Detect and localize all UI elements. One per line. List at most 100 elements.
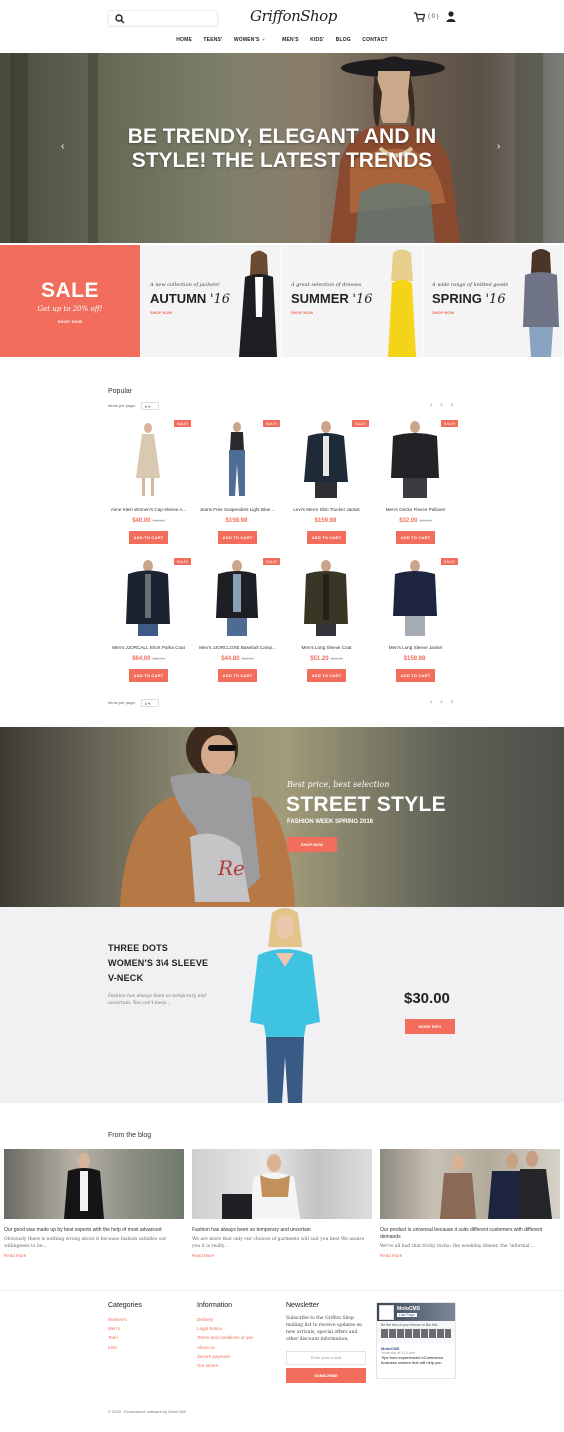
add-to-cart-button[interactable]: ADD TO CART	[218, 531, 257, 544]
chevron-left-icon[interactable]: ‹	[61, 141, 64, 152]
site-logo[interactable]: GriffonShop	[250, 7, 337, 25]
product-name[interactable]: Men's JJORCLOSE Baseball Camp...	[193, 645, 282, 650]
add-to-cart-button[interactable]: ADD TO CART	[307, 669, 346, 682]
page-link[interactable]: 1	[430, 699, 432, 704]
items-per-page-select[interactable]: 8 ▾	[140, 402, 159, 410]
product-image[interactable]: SALE!	[371, 558, 460, 638]
nav-contact[interactable]: CONTACT	[362, 37, 387, 43]
product-card[interactable]: SALE! Men's JJORCLOSE Baseball Camp... $…	[193, 558, 282, 682]
newsletter-email-input[interactable]: Enter your e-mail	[286, 1351, 366, 1365]
product-image[interactable]	[282, 558, 371, 638]
page-link[interactable]: 2	[440, 699, 442, 704]
page-link[interactable]: 3	[451, 402, 453, 407]
product-name[interactable]: Anne Klein Women's Cap-Sleeve A...	[104, 507, 193, 512]
product-image[interactable]: SALE!	[193, 420, 282, 500]
facebook-like-button[interactable]: Like Page	[397, 1313, 417, 1317]
nav-mens[interactable]: MEN'S	[282, 37, 299, 43]
add-to-cart-button[interactable]: ADD TO CART	[396, 531, 435, 544]
search-input[interactable]	[129, 13, 214, 24]
featured-model-image	[250, 908, 320, 1103]
facebook-page-name[interactable]: MotoCMS	[397, 1306, 420, 1312]
items-per-page-select[interactable]: 8 ▾	[140, 699, 159, 707]
blog-post-title[interactable]: Our product is universal because it suit…	[380, 1227, 560, 1241]
sale-shop-now-link[interactable]: SHOP NOW	[0, 319, 140, 324]
search-box[interactable]	[108, 10, 218, 26]
cart-button[interactable]: ( 0 )	[414, 12, 440, 24]
footer-link[interactable]: Teen	[108, 1333, 142, 1342]
product-image[interactable]: SALE!	[193, 558, 282, 638]
read-more-link[interactable]: Read More	[192, 1253, 372, 1258]
nav-kids[interactable]: KIDS'	[310, 37, 324, 43]
product-name[interactable]: Men's Long Sleeve Jacket	[371, 645, 460, 650]
subscribe-button[interactable]: SUBSCRIBE	[286, 1368, 366, 1383]
blog-post[interactable]: Our good was made up by best experts wit…	[4, 1149, 184, 1258]
product-name[interactable]: Men's Gecko Fleece Pullover	[371, 507, 460, 512]
summer-model-image	[388, 249, 416, 357]
read-more-link[interactable]: Read More	[4, 1253, 184, 1258]
read-more-link[interactable]: Read More	[380, 1253, 560, 1258]
street-kicker: Best price, best selection	[287, 780, 390, 789]
product-card[interactable]: Men's Long Sleeve Coat $51.20 $64.00 ADD …	[282, 558, 371, 682]
blog-post[interactable]: Our product is universal because it suit…	[380, 1149, 560, 1258]
nav-teens[interactable]: TEENS'	[203, 37, 222, 43]
nav-home[interactable]: HOME	[176, 37, 192, 43]
footer-link[interactable]: Legal Notice	[197, 1324, 253, 1333]
cart-icon	[414, 12, 425, 22]
more-info-button[interactable]: MORE INFO	[405, 1019, 455, 1034]
footer-link[interactable]: Our stores	[197, 1361, 253, 1370]
page-link[interactable]: 1	[430, 402, 432, 407]
spring-banner[interactable]: A wide range of knitted goods SPRING '16…	[423, 245, 563, 357]
footer-link[interactable]: Secure payment	[197, 1352, 253, 1361]
add-to-cart-button[interactable]: ADD TO CART	[129, 531, 168, 544]
product-card[interactable]: SALE! Men's JJORCALL Short Parka Coat $6…	[104, 558, 193, 682]
street-shop-now-button[interactable]: SHOP NOW	[287, 837, 337, 852]
autumn-banner[interactable]: A new collection of jackets! AUTUMN '16 …	[141, 245, 281, 357]
sale-banner[interactable]: SALE Get up to 20% off! SHOP NOW	[0, 245, 140, 357]
blog-post[interactable]: Fashion has always been so temporary and…	[192, 1149, 372, 1258]
add-to-cart-button[interactable]: ADD TO CART	[129, 669, 168, 682]
nav-womens[interactable]: WOMEN'S ▼	[234, 37, 271, 43]
shop-now-link[interactable]: SHOP NOW	[432, 310, 454, 315]
footer-link[interactable]: Men's	[108, 1324, 142, 1333]
product-card[interactable]: SALE! Levi's Men's Slim Trucker Jacket $…	[282, 420, 371, 544]
add-to-cart-button[interactable]: ADD TO CART	[396, 669, 435, 682]
product-card[interactable]: SALE! Men's Gecko Fleece Pullover $32.00…	[371, 420, 460, 544]
product-card[interactable]: SALE! Jeans Free Suspenders Light Blue .…	[193, 420, 282, 544]
blog-post-title[interactable]: Fashion has always been so temporary and…	[192, 1227, 372, 1234]
sale-badge: SALE!	[173, 420, 191, 427]
blog-post-title[interactable]: Our good was made up by best experts wit…	[4, 1227, 184, 1234]
product-image[interactable]: SALE!	[282, 420, 371, 500]
product-name[interactable]: Levi's Men's Slim Trucker Jacket	[282, 507, 371, 512]
page-link[interactable]: 2	[440, 402, 442, 407]
footer-link[interactable]: Kids'	[108, 1343, 142, 1352]
blog-post-image[interactable]	[380, 1149, 560, 1219]
add-to-cart-button[interactable]: ADD TO CART	[307, 531, 346, 544]
shop-now-link[interactable]: SHOP NOW	[150, 310, 172, 315]
product-image[interactable]: SALE!	[104, 420, 193, 500]
product-card[interactable]: SALE! Men's Long Sleeve Jacket $159.98 A…	[371, 558, 460, 682]
product-name[interactable]: Men's JJORCALL Short Parka Coat	[104, 645, 193, 650]
chevron-right-icon[interactable]: ›	[497, 141, 500, 152]
blog-post-image[interactable]	[192, 1149, 372, 1219]
shop-now-link[interactable]: SHOP NOW	[291, 310, 313, 315]
jeans-image	[229, 422, 245, 496]
add-to-cart-button[interactable]: ADD TO CART	[218, 669, 257, 682]
product-name[interactable]: Men's Long Sleeve Coat	[282, 645, 371, 650]
footer-link[interactable]: About us	[197, 1343, 253, 1352]
summer-banner[interactable]: A great selection of dresses SUMMER '16 …	[282, 245, 422, 357]
footer-link[interactable]: Terms and conditions of use	[197, 1333, 253, 1342]
facebook-widget[interactable]: MotoCMS Like Page Be the first of your f…	[376, 1302, 456, 1379]
nav-blog[interactable]: BLOG	[336, 37, 351, 43]
footer-link[interactable]: Delivery	[197, 1315, 253, 1324]
product-image[interactable]: SALE!	[371, 420, 460, 500]
product-name[interactable]: Jeans Free Suspenders Light Blue ...	[193, 507, 282, 512]
user-icon[interactable]	[446, 11, 456, 22]
product-card[interactable]: SALE! Anne Klein Women's Cap-Sleeve A...…	[104, 420, 193, 544]
blog-post-excerpt: Obviously there is nothing wrong about i…	[4, 1237, 167, 1249]
footer-link[interactable]: Women's	[108, 1315, 142, 1324]
banner-season: AUTUMN '16	[150, 291, 230, 307]
items-per-page-value: 8	[144, 701, 148, 706]
product-image[interactable]: SALE!	[104, 558, 193, 638]
page-link[interactable]: 3	[451, 699, 453, 704]
blog-post-image[interactable]	[4, 1149, 184, 1219]
